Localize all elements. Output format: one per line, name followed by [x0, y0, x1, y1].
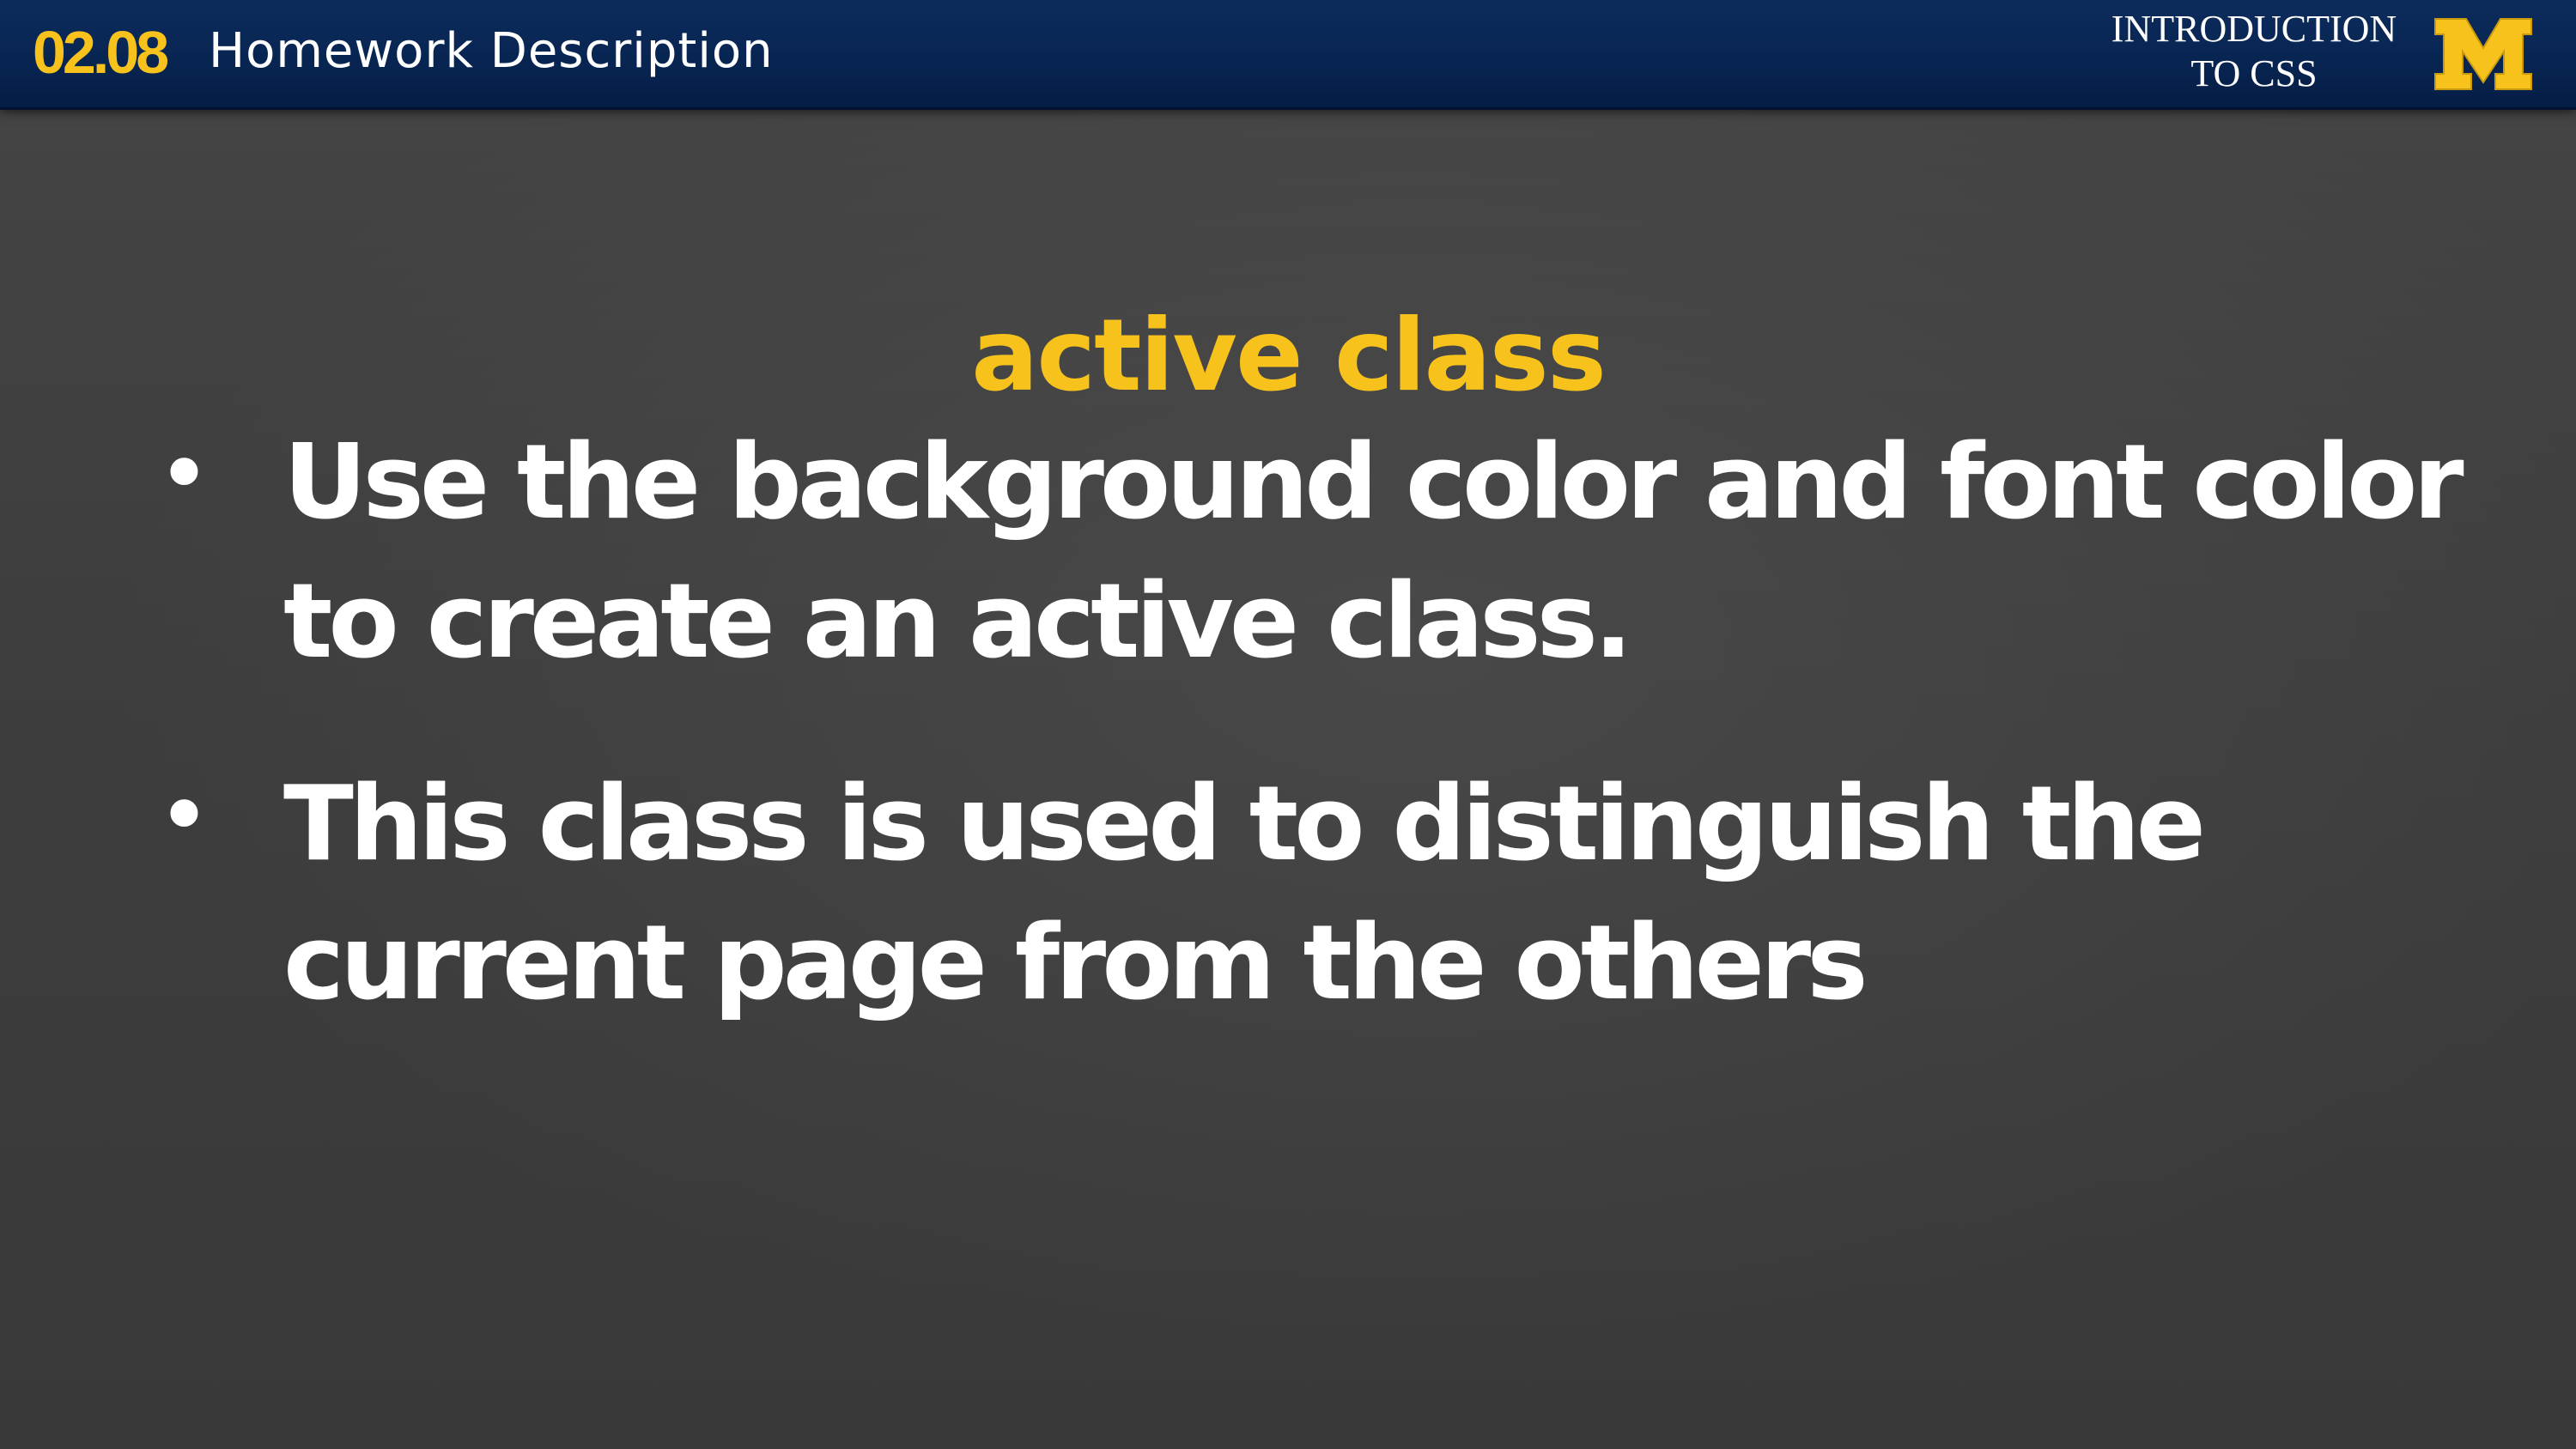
header-divider — [0, 107, 2576, 110]
lesson-number: 02.08 — [33, 19, 169, 86]
bullet-text: Use the background color and font color … — [283, 423, 2464, 682]
slide-background — [0, 0, 2576, 1449]
bullet-dot-icon: • — [156, 419, 212, 529]
lesson-title: Homework Description — [209, 23, 774, 79]
course-title-line-2: TO CSS — [2190, 52, 2318, 94]
slide-header-bar: 02.08 Homework Description INTRODUCTION … — [0, 0, 2576, 109]
slide-heading: active class — [971, 297, 1607, 414]
course-title-line-1: INTRODUCTION — [2111, 8, 2397, 50]
course-title: INTRODUCTION TO CSS — [2087, 7, 2421, 96]
bullet-dot-icon: • — [156, 761, 212, 870]
block-m-logo-icon — [2434, 18, 2532, 90]
bullet-text: This class is used to distinguish the cu… — [283, 765, 2206, 1023]
